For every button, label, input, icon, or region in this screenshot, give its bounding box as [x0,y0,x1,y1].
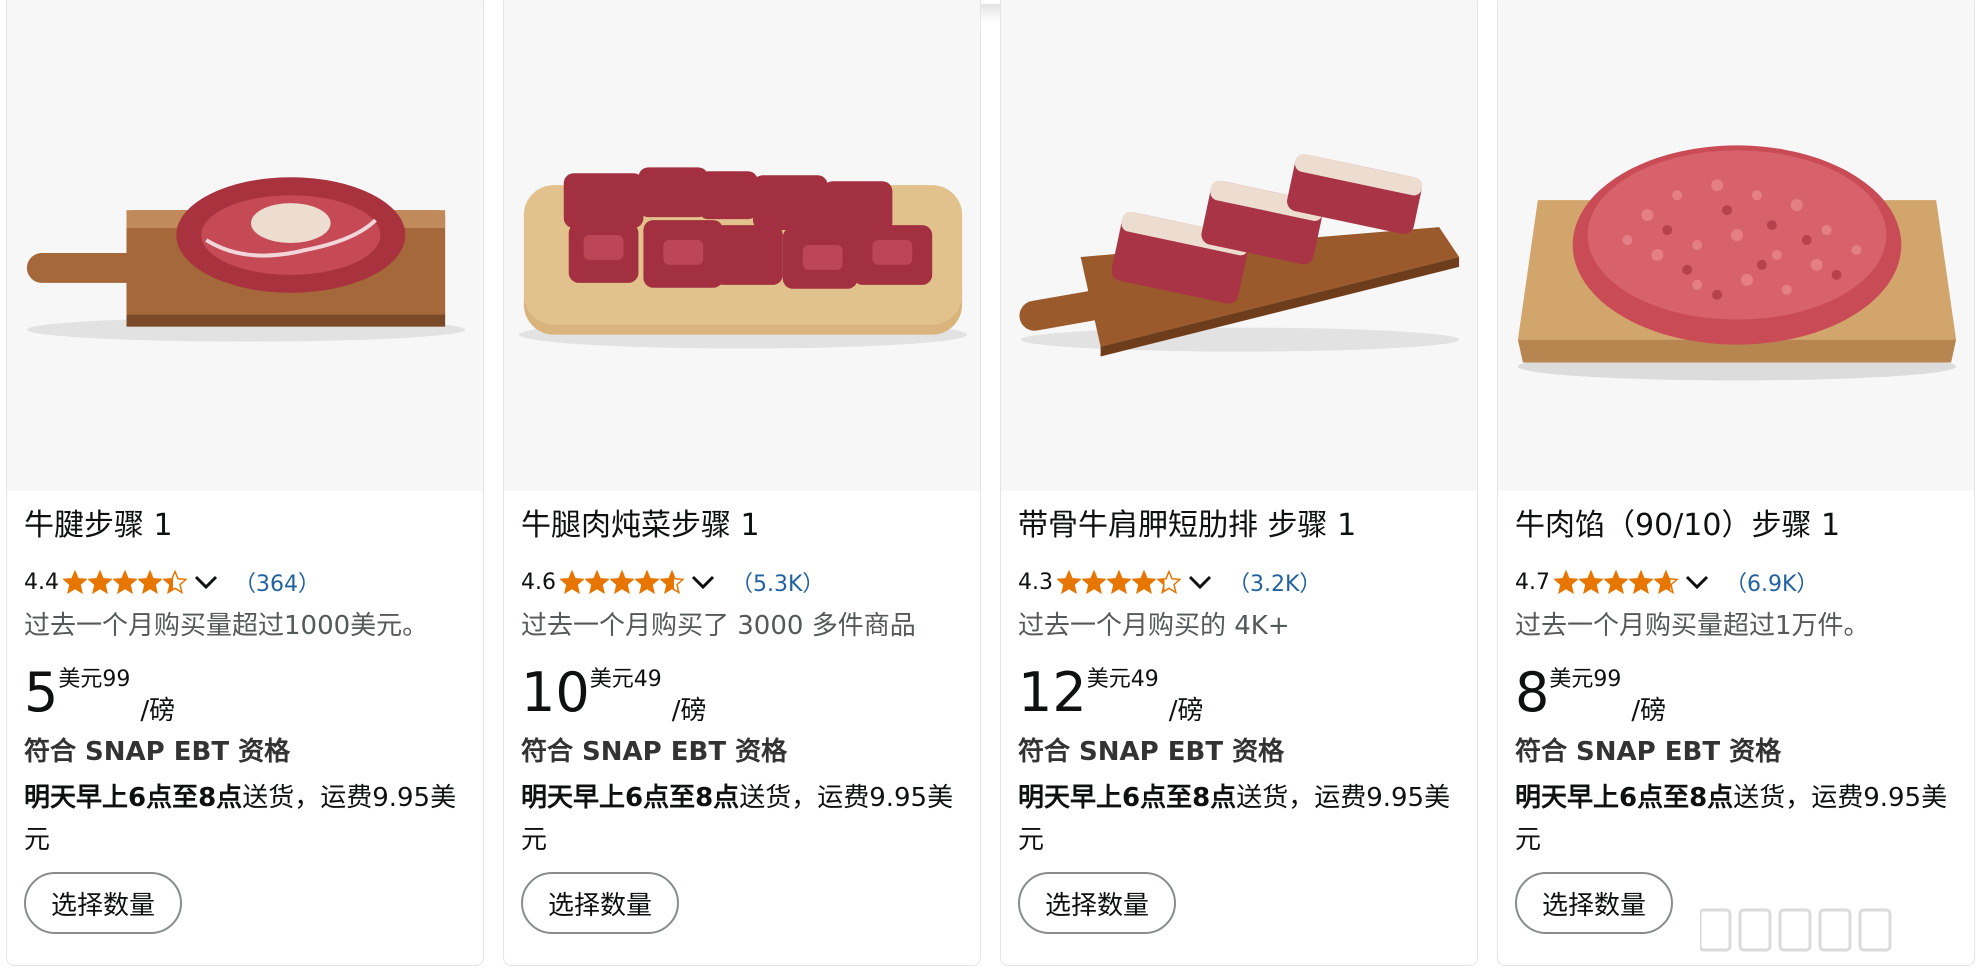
price: 5 美元99 /磅 [24,663,175,729]
select-quantity-button[interactable]: 选择数量 [24,872,182,934]
ground-beef-image [1517,145,1957,381]
chevron-down-icon[interactable] [1186,571,1214,593]
delivery-info: 明天早上6点至8点送货，运费9.95美元 [24,777,474,861]
price-whole: 10 [521,661,590,724]
price-unit: /磅 [1168,696,1204,726]
price-unit: /磅 [671,696,707,726]
watermark-icon [1700,908,1892,952]
product-card[interactable]: 牛腿肉炖菜步骤 1 4.6 （5.3K） 过去一个月购买了 3000 多件商品 … [503,0,981,966]
star-icon [1604,570,1628,594]
product-image[interactable] [1001,0,1477,491]
short-ribs-image [1019,153,1460,357]
select-quantity-button[interactable]: 选择数量 [1515,872,1673,934]
delivery-time: 明天早上6点至8点 [1515,783,1734,813]
star-icon [1554,570,1578,594]
select-quantity-button[interactable]: 选择数量 [1018,872,1176,934]
bought-past-month: 过去一个月购买量超过1000美元。 [24,611,429,641]
star-icon [585,570,609,594]
chevron-down-icon[interactable] [192,571,220,593]
bought-past-month: 过去一个月购买的 4K+ [1018,611,1290,641]
delivery-info: 明天早上6点至8点送货，运费9.95美元 [1018,777,1468,861]
rating-value: 4.6 [521,569,556,595]
product-title[interactable]: 带骨牛肩胛短肋排 步骤 1 [1018,505,1356,547]
rating-value: 4.4 [24,569,59,595]
rating-row[interactable]: 4.3 （3.2K） [1018,562,1321,602]
review-count-link[interactable]: （6.9K） [1725,566,1818,598]
delivery-info: 明天早上6点至8点送货，运费9.95美元 [1515,777,1965,861]
star-icon [1057,570,1081,594]
price-whole: 8 [1515,661,1550,724]
snap-ebt-badge: 符合 SNAP EBT 资格 [24,737,291,767]
star-icon [560,570,584,594]
product-image[interactable] [1498,0,1974,491]
price-currency-fraction: 美元49 [1086,667,1159,692]
price-whole: 5 [24,661,59,724]
delivery-info: 明天早上6点至8点送货，运费9.95美元 [521,777,971,861]
price-currency-fraction: 美元99 [58,667,131,692]
star-icon [1629,570,1653,594]
rating-row[interactable]: 4.7 （6.9K） [1515,562,1818,602]
star-icon [138,570,162,594]
product-card[interactable]: 牛肉馅（90/10）步骤 1 4.7 （6.9K） 过去一个月购买量超过1万件。… [1497,0,1975,966]
rating-value: 4.3 [1018,569,1053,595]
product-image[interactable] [504,0,980,491]
chevron-down-icon[interactable] [689,571,717,593]
price: 10 美元49 /磅 [521,663,706,729]
star-icon [635,570,659,594]
star-icon [88,570,112,594]
delivery-time: 明天早上6点至8点 [521,783,740,813]
star-icon [1082,570,1106,594]
price-currency-fraction: 美元49 [589,667,662,692]
product-title[interactable]: 牛腿肉炖菜步骤 1 [521,505,760,547]
bought-past-month: 过去一个月购买量超过1万件。 [1515,611,1870,641]
product-card[interactable]: 牛腱步骤 1 4.4 （364） 过去一个月购买量超过1000美元。 5 美元9… [6,0,484,966]
snap-ebt-badge: 符合 SNAP EBT 资格 [1018,737,1285,767]
review-count-link[interactable]: （364） [234,566,320,598]
price: 8 美元99 /磅 [1515,663,1666,729]
review-count-link[interactable]: （5.3K） [731,566,824,598]
bought-past-month: 过去一个月购买了 3000 多件商品 [521,611,916,641]
product-image[interactable] [7,0,483,491]
price-unit: /磅 [1631,696,1667,726]
product-title[interactable]: 牛肉馅（90/10）步骤 1 [1515,505,1840,547]
rating-row[interactable]: 4.4 （364） [24,562,320,602]
price: 12 美元49 /磅 [1018,663,1203,729]
beef-shank-image [26,177,466,342]
chevron-down-icon[interactable] [1683,571,1711,593]
delivery-time: 明天早上6点至8点 [24,783,243,813]
star-icon [610,570,634,594]
star-icon [63,570,87,594]
product-grid: 牛腱步骤 1 4.4 （364） 过去一个月购买量超过1000美元。 5 美元9… [0,0,1980,978]
star-icon [113,570,137,594]
product-card[interactable]: 带骨牛肩胛短肋排 步骤 1 4.3 （3.2K） 过去一个月购买的 4K+ 12… [1000,0,1478,966]
price-currency-fraction: 美元99 [1549,667,1622,692]
review-count-link[interactable]: （3.2K） [1228,566,1321,598]
star-icon [1157,570,1181,594]
delivery-time: 明天早上6点至8点 [1018,783,1237,813]
star-icon [1579,570,1603,594]
product-title[interactable]: 牛腱步骤 1 [24,505,173,547]
price-whole: 12 [1018,661,1087,724]
price-unit: /磅 [140,696,176,726]
star-rating [1057,570,1182,594]
star-icon [1107,570,1131,594]
rating-row[interactable]: 4.6 （5.3K） [521,562,824,602]
star-rating [63,570,188,594]
star-rating [1554,570,1679,594]
select-quantity-button[interactable]: 选择数量 [521,872,679,934]
star-icon [1132,570,1156,594]
stew-meat-image [518,167,968,349]
star-icon [1654,570,1678,594]
star-icon [163,570,187,594]
star-icon [660,570,684,594]
rating-value: 4.7 [1515,569,1550,595]
snap-ebt-badge: 符合 SNAP EBT 资格 [1515,737,1782,767]
snap-ebt-badge: 符合 SNAP EBT 资格 [521,737,788,767]
star-rating [560,570,685,594]
